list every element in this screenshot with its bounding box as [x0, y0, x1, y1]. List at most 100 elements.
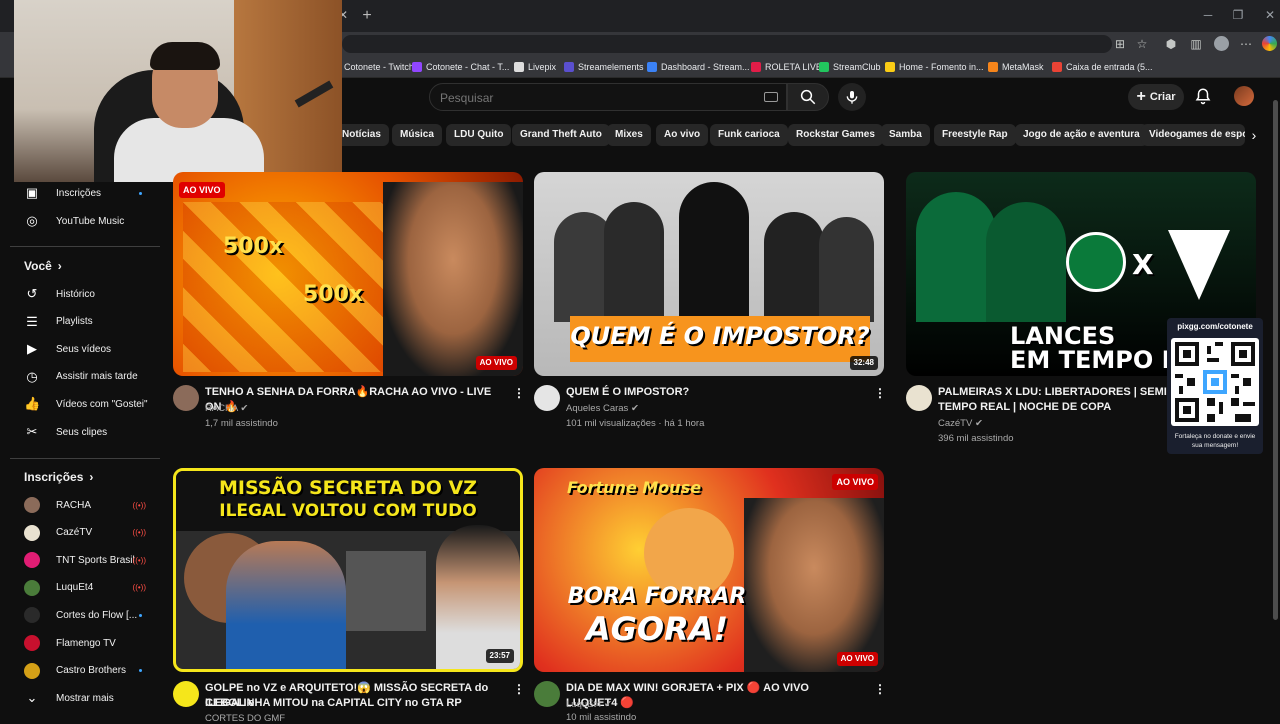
channel-avatar[interactable] [534, 385, 560, 411]
minimize-icon[interactable]: ─ [1198, 8, 1218, 22]
more-options-icon[interactable]: ⋯ [1238, 36, 1254, 52]
filter-chip[interactable]: Música [392, 124, 442, 146]
copilot-icon[interactable] [1262, 36, 1277, 51]
channel-name[interactable]: RACHA ✔ [205, 403, 248, 414]
thumbnail-text: ILEGAL VOLTOU COM TUDO [219, 501, 477, 521]
bookmark-item[interactable]: Cotonete - Chat - T... [412, 60, 509, 74]
bookmark-item[interactable]: ROLETA LIVE [751, 60, 822, 74]
sidebar-icon[interactable]: ▥ [1188, 36, 1204, 52]
subscription-label: TNT Sports Brasil [56, 554, 135, 566]
video-thumbnail[interactable]: Fortune Mouse BORA FORRAR AGORA! AO VIVO… [534, 468, 884, 672]
maximize-icon[interactable]: ❐ [1228, 8, 1248, 22]
video-title[interactable]: TENHO A SENHA DA FORRA🔥RACHA AO VIVO - L… [205, 385, 501, 415]
filter-chip[interactable]: Grand Theft Auto [512, 124, 610, 146]
subscription-item[interactable]: Castro Brothers [24, 659, 164, 683]
video-thumbnail[interactable]: 500x 500x AO VIVO AO VIVO [173, 172, 523, 376]
create-button[interactable]: + Criar [1128, 84, 1184, 110]
filter-chip[interactable]: Freestyle Rap [934, 124, 1016, 146]
sidebar-you-heading[interactable]: Você › [24, 259, 62, 273]
chevron-down-icon: ⌄ [26, 690, 38, 705]
new-tab-icon[interactable]: + [358, 7, 376, 25]
new-content-dot [139, 669, 142, 673]
search-input[interactable] [440, 89, 740, 107]
filter-chip[interactable]: LDU Quito [446, 124, 512, 146]
video-meta: 1,7 mil assistindo [205, 418, 278, 429]
bookmark-label: Dashboard - Stream... [661, 62, 750, 72]
bookmark-label: Home - Fomento in... [899, 62, 984, 72]
sidebar-subscriptions-heading[interactable]: Inscrições › [24, 470, 93, 484]
profile-icon[interactable] [1214, 36, 1229, 51]
close-window-icon[interactable]: ✕ [1260, 8, 1280, 22]
live-badge: AO VIVO [836, 652, 878, 666]
live-indicator-icon: ((•)) [132, 583, 146, 593]
extensions-icon[interactable]: ⬢ [1163, 36, 1179, 52]
video-menu-icon[interactable]: ⋮ [874, 385, 886, 401]
bookmark-item[interactable]: Cotonete - Twitch [330, 60, 414, 74]
video-title[interactable]: QUEM É O IMPOSTOR? [566, 385, 862, 400]
thumbnail-text: BORA FORRAR [567, 584, 747, 609]
bookmark-label: ROLETA LIVE [765, 62, 822, 72]
sidebar-item[interactable]: ◷ Assistir mais tarde [24, 365, 164, 389]
subscription-item[interactable]: LuquEt4 ((•)) [24, 576, 164, 600]
subscription-item[interactable]: CazéTV ((•)) [24, 521, 164, 545]
url-input[interactable] [342, 35, 1112, 53]
video-thumbnail[interactable]: MISSÃO SECRETA DO VZ ILEGAL VOLTOU COM T… [173, 468, 523, 672]
filter-chip[interactable]: Rockstar Games [788, 124, 883, 146]
bookmark-item[interactable]: Dashboard - Stream... [647, 60, 750, 74]
channel-avatar[interactable] [534, 681, 560, 707]
bookmark-item[interactable]: Caixa de entrada (5... [1052, 60, 1153, 74]
sidebar-item[interactable]: ▣ Inscrições [24, 181, 164, 205]
bookmark-item[interactable]: StreamClub [819, 60, 881, 74]
chips-next-arrow-icon[interactable]: › [1246, 124, 1262, 146]
channel-avatar[interactable] [173, 385, 199, 411]
video-thumbnail[interactable]: QUEM É O IMPOSTOR? 32:48 [534, 172, 884, 376]
subscription-item[interactable]: TNT Sports Brasil ((•)) [24, 548, 164, 572]
sidebar-item[interactable]: 👍 Vídeos com "Gostei" [24, 392, 164, 416]
bookmark-item[interactable]: MetaMask [988, 60, 1044, 74]
video-title-line2[interactable]: CEBOLINHA MITOU na CAPITAL CITY no GTA R… [205, 696, 515, 711]
bookmark-item[interactable]: Streamelements [564, 60, 644, 74]
channel-name[interactable]: CazéTV ✔ [938, 418, 983, 429]
apps-icon[interactable]: ⊞ [1112, 36, 1128, 52]
channel-avatar[interactable] [173, 681, 199, 707]
bookmark-item[interactable]: Livepix [514, 60, 556, 74]
filter-chip[interactable]: Jogo de ação e aventura [1015, 124, 1148, 146]
sidebar-item[interactable]: ◎ YouTube Music [24, 209, 164, 233]
subscription-item[interactable]: RACHA ((•)) [24, 493, 164, 517]
notifications-bell-icon[interactable] [1194, 87, 1214, 107]
search-box[interactable] [429, 83, 787, 111]
voice-search-button[interactable] [838, 83, 866, 111]
account-avatar[interactable] [1234, 86, 1254, 106]
filter-chip[interactable]: Videogames de esport [1141, 124, 1245, 146]
video-menu-icon[interactable]: ⋮ [513, 681, 525, 697]
channel-name[interactable]: Aqueles Caras ✔ [566, 403, 639, 414]
video-meta: 10 mil assistindo [566, 712, 637, 723]
video-title-line2[interactable]: TEMPO REAL | NOCHE DE COPA [938, 400, 1168, 415]
scrollbar-thumb[interactable] [1273, 100, 1278, 620]
video-menu-icon[interactable]: ⋮ [513, 385, 525, 401]
channel-avatar[interactable] [906, 385, 932, 411]
bookmark-star-icon[interactable]: ☆ [1134, 36, 1150, 52]
channel-name[interactable]: CORTES DO GMF [205, 713, 285, 724]
sidebar-item-label: Inscrições [56, 187, 102, 199]
sidebar-item[interactable]: ▶ Seus vídeos [24, 337, 164, 361]
filter-chip[interactable]: Notícias [334, 124, 389, 146]
channel-name[interactable]: LuquEt4 ✔ [566, 699, 612, 710]
search-button[interactable] [787, 83, 829, 111]
filter-chip[interactable]: Ao vivo [656, 124, 709, 146]
thumbnail-text: 500x [223, 234, 284, 259]
filter-chip[interactable]: Funk carioca [710, 124, 788, 146]
sidebar-item[interactable]: ↺ Histórico [24, 282, 164, 306]
bookmark-item[interactable]: Home - Fomento in... [885, 60, 984, 74]
subscription-item[interactable]: Flamengo TV [24, 631, 164, 655]
sidebar-item[interactable]: ✂ Seus clipes [24, 420, 164, 444]
show-more-button[interactable]: ⌄ Mostrar mais [24, 686, 164, 710]
video-menu-icon[interactable]: ⋮ [874, 681, 886, 697]
filter-chip[interactable]: Mixes [607, 124, 651, 146]
video-title[interactable]: PALMEIRAS X LDU: LIBERTADORES | SEMIFINA… [938, 385, 1168, 400]
live-indicator-icon: ((•)) [132, 555, 146, 565]
sidebar-item[interactable]: ☰ Playlists [24, 310, 164, 334]
keyboard-icon[interactable] [764, 92, 778, 102]
subscription-item[interactable]: Cortes do Flow [... [24, 603, 164, 627]
filter-chip[interactable]: Samba [881, 124, 930, 146]
